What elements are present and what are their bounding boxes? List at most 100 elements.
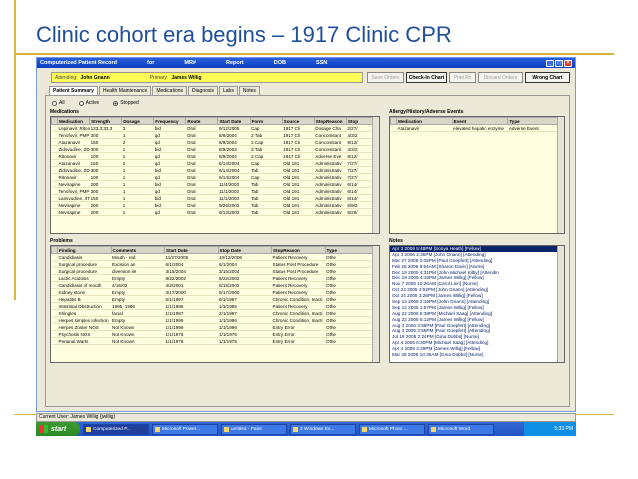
maximize-icon[interactable]: □ [555,59,563,67]
table-cell: 133.3;33.3 [89,124,122,132]
save-orders-button[interactable]: Save Orders [367,72,404,83]
table-row[interactable]: Lactic Acidosis Empty 8/22/2002 9/22/2002 Pa… [51,274,379,282]
print-rx-button[interactable]: Print Rx [449,72,476,83]
column-header[interactable]: Comments [110,246,165,254]
table-row[interactable]: Atazanavir 150 2 qd Oral 8/9/2004 2 Cap 1917 Cl… [51,138,379,146]
tab-health-maintenance[interactable]: Health Maintenance [98,86,152,95]
table-row[interactable]: Shingles facial 1/1/1997 2/1/1997 Chronic Co… [51,309,379,317]
column-header[interactable]: Event [451,117,509,125]
column-header[interactable]: Medication [56,117,91,125]
table-cell: Oral [185,145,218,153]
app-icon [155,426,160,432]
taskbar-item[interactable]: Microsoft Word [428,423,494,435]
column-header[interactable]: Dosage [121,117,155,125]
minimize-icon[interactable]: _ [546,59,554,67]
table-row[interactable]: Perianal Warts Not Known 1/1/1976 1/1/1976 E… [51,337,379,345]
table-cell: Tab [250,194,283,202]
table-row[interactable]: Candidiasis of mouth 4/15/02 4/2/2001 5/15/… [51,281,379,289]
medications-grid[interactable]: Medication Strength Dosage Frequency Route St… [50,116,380,234]
tab-medications[interactable]: Medications [152,86,188,95]
allergy-scrollbar[interactable] [557,117,564,233]
column-header[interactable]: Route [185,117,219,125]
tab-patient-summary[interactable]: Patient Summary [49,86,98,95]
taskbar-item[interactable]: Microsoft Power... [152,423,218,435]
taskbar-item[interactable]: untitled - Paint [221,423,287,435]
table-cell: Chronic Condition, Inacti [271,295,325,303]
table-cell: Empty [111,316,165,324]
table-row[interactable]: Ritonavir 100 1 qd Oral 8/9/2004 2 Cap 1917 Cli… [51,152,379,160]
table-cell: elevated hepatic enzyme [452,124,508,132]
table-row[interactable]: Intestinal Obstruction 1995, 1996 1/1/1995… [51,302,379,310]
table-cell: Entry Error [271,323,325,331]
table-row[interactable]: Atazanavir 150 2 qd Oral 6/14/2004 Cap Old 191 A… [51,159,379,167]
column-header[interactable]: StopReason [313,117,347,125]
table-row[interactable]: Ritonavir 100 1 qd Oral 6/14/2004 Cap Old 191 Ad… [51,173,379,181]
column-header[interactable]: Finding [57,246,112,254]
taskbar-item[interactable]: Microsoft Photo ... [359,423,425,435]
problems-grid[interactable]: Finding Comments Start Date Stop Date StopRe… [50,245,380,363]
table-cell: 1917 Cli [282,138,315,146]
table-cell: Old 191 [282,159,315,167]
column-header[interactable]: Start Date [164,246,219,254]
table-row[interactable]: Tenofovir, PMP 300 1 qd Oral 11/1/2003 Tab Old … [51,187,379,195]
table-cell: Tenofovir, PMP [57,131,90,139]
column-header[interactable]: Form [249,117,283,125]
accent-rule-vertical [14,0,16,300]
table-row[interactable]: Nevirapine 200 1 bid Oral 11/4/2003 Tab Old 191… [51,180,379,188]
table-cell: Othe [325,253,379,261]
slide-title: Clinic cohort era begins – 1917 Clinic C… [36,22,452,47]
windows-logo-icon [40,425,48,433]
table-row[interactable]: Nevirapine 200 1 qd Oral 9/12/2002 Tab Old 191 A… [51,208,379,216]
column-header[interactable]: Strength [89,117,123,125]
filter-all-radio[interactable]: All [52,100,65,106]
table-row[interactable]: Lopinavir, Riton 133.3;33.3 3 bid Oral 9/12/2… [51,124,379,132]
table-cell: 6/1/1997 [164,295,218,303]
table-cell: Entry Error [271,337,325,345]
table-row[interactable]: Zidovudine, ZD 300 1 bid Oral 8/9/2004 2 Tab 19… [51,145,379,153]
table-row[interactable]: Psychosis NOS Not Known 1/1/1976 1/1/1976 En… [51,330,379,338]
table-row[interactable]: Herpes Zoster NOS Not Known 1/1/1996 1/1/19… [51,323,379,331]
tab-notes[interactable]: Notes [238,86,260,95]
filter-active-radio[interactable]: Active [78,100,99,106]
column-header[interactable]: Frequency [153,117,187,125]
check-in-chart-button[interactable]: Check-In Chart [406,72,447,83]
table-row[interactable]: Herpes simplex infection Empty 1/1/1996 1/1… [51,316,379,324]
table-cell: Old 191 [282,166,315,174]
for-label: for [147,60,155,66]
column-header[interactable]: Medication [396,117,453,125]
allergy-grid[interactable]: Medication Event Type Atazanavir elevated h… [389,116,565,234]
column-header[interactable]: StopReason [271,246,326,254]
status-bar: Current User: James Willig (jwillig) [36,413,576,422]
table-cell: Empty [111,295,165,303]
table-row[interactable]: Tenofovir, PMP 300 1 qd Oral 8/9/2004 2 Tab 191… [51,131,379,139]
tab-diagnosis[interactable]: Diagnosis [188,86,218,95]
medications-scrollbar[interactable] [372,117,379,233]
table-row[interactable]: Candidiasis Mouth - red 11/27/2005 10/12/20… [51,253,379,261]
column-header[interactable]: Type [507,117,564,125]
close-icon[interactable]: × [564,59,572,67]
column-header[interactable]: Start Date [217,117,251,125]
table-row[interactable]: Surgical procedure diversion ile 3/15/2004… [51,267,379,275]
notes-scrollbar[interactable] [557,246,564,362]
start-button[interactable]: start [36,422,80,436]
discard-orders-button[interactable]: Discard Orders [478,72,523,83]
table-row[interactable]: Kidney stone Empty 4/17/2000 5/17/2000 Patie… [51,288,379,296]
column-header[interactable]: Stop Date [217,246,272,254]
notes-list[interactable]: Apr 3 2006 5:48PM [Sonya Heath] [Fellow]… [389,245,565,363]
table-cell: Psychosis NOS [57,330,111,338]
column-header[interactable]: Type [324,246,379,254]
table-row[interactable]: Atazanavir elevated hepatic enzyme Adverse… [390,124,564,132]
table-row[interactable]: Surgical procedure Excision an 6/1/2004 6/1… [51,260,379,268]
table-row[interactable]: Nevirapine 200 1 bid Oral 9/26/2002 Tab Old 191… [51,201,379,209]
taskbar-item[interactable]: Computerized P... [83,423,149,435]
wrong-chart-button[interactable]: Wrong Chart [525,72,570,83]
problems-scrollbar[interactable] [372,246,379,362]
table-row[interactable]: Lamivudine, 3T 150 1 bid Oral 11/1/2003 Tab Old… [51,194,379,202]
table-row[interactable]: Zidovudine, ZD 300 1 bid Oral 6/14/2004 Tab Old… [51,166,379,174]
table-row[interactable]: Hepatitis B Empty 6/1/1997 9/1/1997 Chronic … [51,295,379,303]
column-header[interactable]: Source [281,117,315,125]
tab-labs[interactable]: Labs [219,86,238,95]
filter-stopped-radio[interactable]: Stopped [113,100,139,106]
taskbar-item[interactable]: 2 Windows Ex... [290,423,356,435]
note-item[interactable]: Mar 28 2005 10:35AM [Gina Dobbs] [Nurse] [390,352,564,358]
